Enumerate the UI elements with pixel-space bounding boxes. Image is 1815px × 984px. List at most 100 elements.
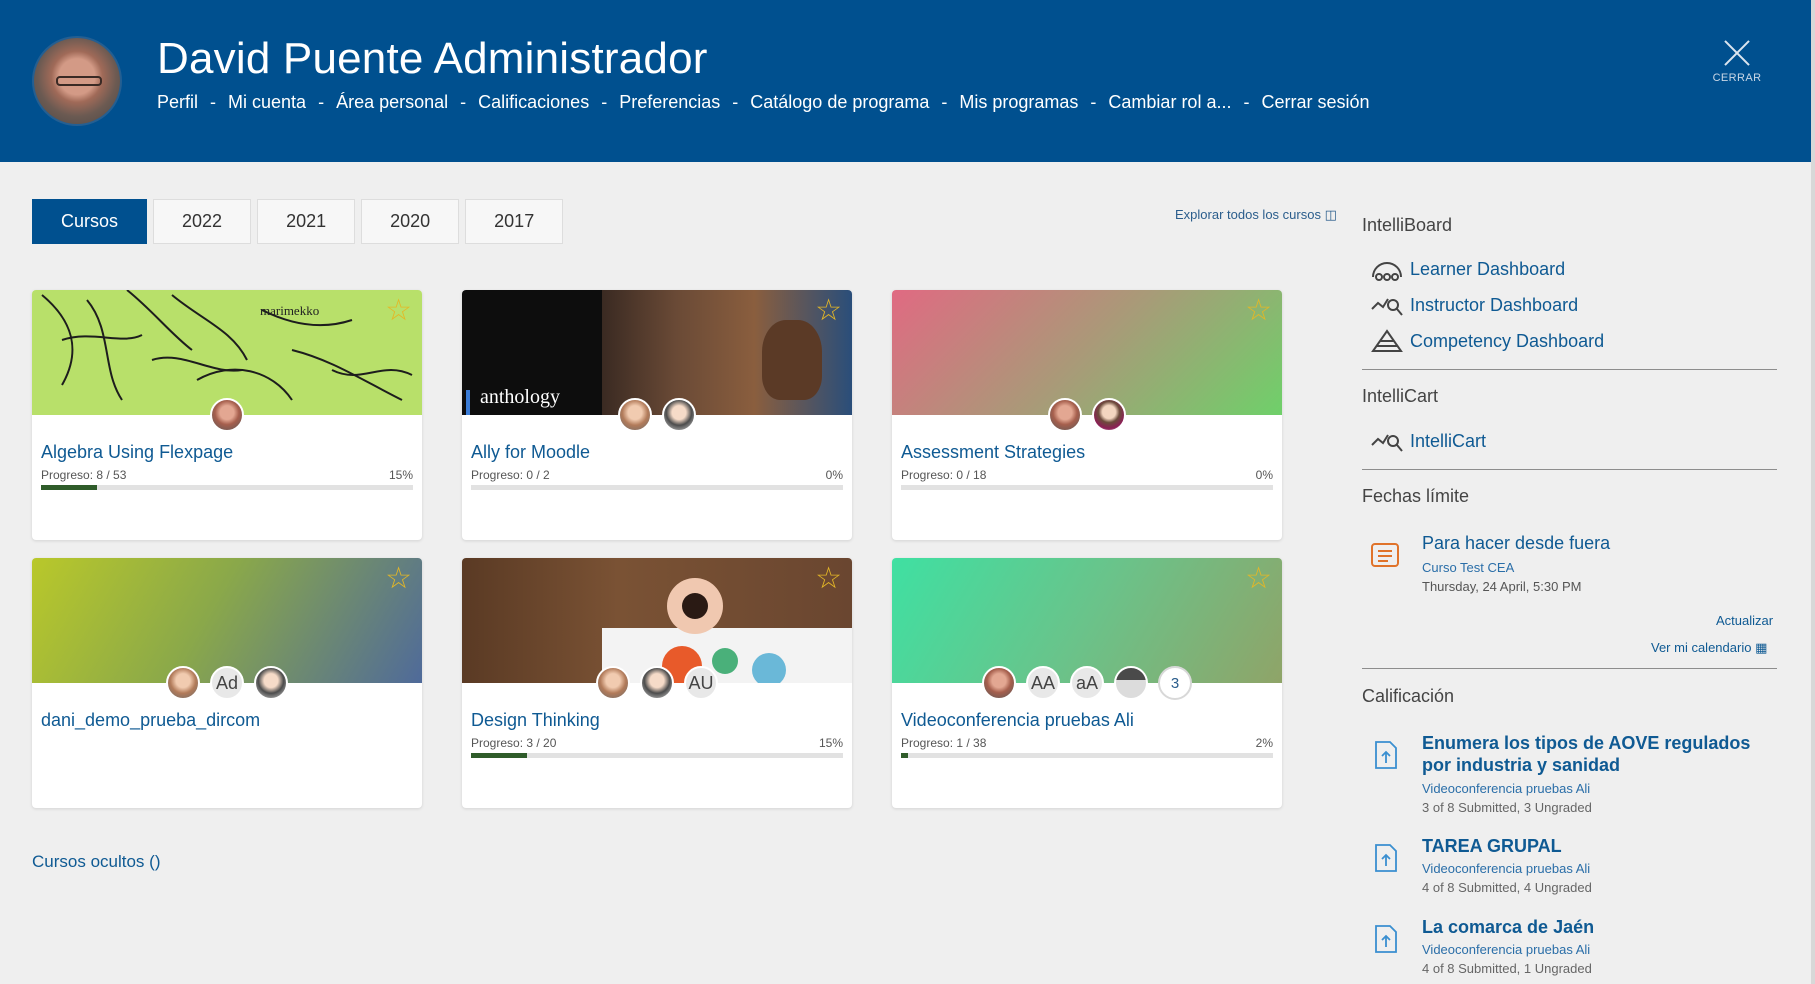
progress-percent: 0%	[825, 468, 843, 482]
course-card-assessment[interactable]: ☆ Assessment Strategies Progreso: 0 / 18…	[892, 290, 1282, 540]
teacher-avatar[interactable]: Ad	[210, 666, 244, 700]
course-banner	[462, 558, 852, 683]
menu-cambiar-rol[interactable]: Cambiar rol a...	[1108, 92, 1231, 113]
favorite-star-icon[interactable]: ☆	[385, 564, 412, 594]
close-icon	[1722, 38, 1752, 68]
tab-2017[interactable]: 2017	[465, 199, 564, 244]
grading-item-title[interactable]: TAREA GRUPAL	[1422, 835, 1782, 857]
menu-mis-programas[interactable]: Mis programas	[959, 92, 1078, 113]
hidden-courses-link[interactable]: Cursos ocultos ()	[32, 852, 160, 872]
file-upload-icon	[1375, 925, 1397, 953]
more-teachers-count[interactable]: 3	[1158, 666, 1192, 700]
learner-dashboard-link[interactable]: Learner Dashboard	[1370, 257, 1565, 281]
course-title[interactable]: Algebra Using Flexpage	[41, 442, 233, 463]
grading-item-title[interactable]: La comarca de Jaén	[1422, 916, 1782, 938]
progress-label: Progreso: 8 / 53	[41, 468, 127, 482]
teacher-avatar[interactable]	[254, 666, 288, 700]
course-card-ally[interactable]: anthology ☆ Ally for Moodle Progreso: 0 …	[462, 290, 852, 540]
tab-2022[interactable]: 2022	[153, 199, 252, 244]
teacher-avatar[interactable]: AU	[684, 666, 718, 700]
grading-item-stat: 4 of 8 Submitted, 1 Ungraded	[1422, 961, 1592, 976]
chart-search-icon	[1370, 429, 1404, 453]
progress-percent: 15%	[818, 736, 843, 750]
progress-bar	[471, 485, 843, 490]
user-avatar[interactable]	[32, 36, 122, 126]
course-title[interactable]: dani_demo_prueba_dircom	[41, 710, 260, 731]
grading-item-course[interactable]: Videoconferencia pruebas Ali	[1422, 781, 1590, 796]
deadline-course[interactable]: Curso Test CEA	[1422, 560, 1514, 575]
intelliboard-title: IntelliBoard	[1362, 215, 1453, 235]
view-calendar-link[interactable]: Ver mi calendario ▦	[1651, 640, 1767, 656]
course-title[interactable]: Ally for Moodle	[471, 442, 590, 463]
progress-percent: 0%	[1255, 468, 1273, 482]
menu-mi-cuenta[interactable]: Mi cuenta	[228, 92, 306, 113]
course-card-videoconferencia[interactable]: ☆ AA aA 3 Videoconferencia pruebas Ali Pro…	[892, 558, 1282, 808]
deadlines-title: Fechas límite	[1362, 486, 1470, 506]
course-tabs: Cursos 2022 2021 2020 2017	[32, 199, 564, 244]
competency-dashboard-link[interactable]: Competency Dashboard	[1370, 329, 1604, 353]
teacher-avatar[interactable]	[166, 666, 200, 700]
teacher-avatar[interactable]: AA	[1026, 666, 1060, 700]
progress-label: Progreso: 1 / 38	[901, 736, 987, 750]
user-menu: Perfil - Mi cuenta - Área personal - Califi…	[157, 92, 1370, 113]
teacher-avatar[interactable]	[640, 666, 674, 700]
scrollbar[interactable]	[1811, 0, 1815, 984]
deadline-date: Thursday, 24 April, 5:30 PM	[1422, 579, 1582, 594]
tab-2020[interactable]: 2020	[361, 199, 460, 244]
favorite-star-icon[interactable]: ☆	[815, 564, 842, 594]
menu-catalogo-programa[interactable]: Catálogo de programa	[750, 92, 929, 113]
teacher-avatar[interactable]	[1092, 398, 1126, 432]
grading-item-stat: 3 of 8 Submitted, 3 Ungraded	[1422, 800, 1592, 815]
chart-search-icon	[1370, 293, 1404, 317]
grading-title: Calificación	[1362, 686, 1455, 706]
menu-calificaciones[interactable]: Calificaciones	[478, 92, 589, 113]
teacher-avatar[interactable]	[1114, 666, 1148, 700]
course-title[interactable]: Design Thinking	[471, 710, 600, 731]
favorite-star-icon[interactable]: ☆	[1245, 296, 1272, 326]
course-card-dani-demo[interactable]: ☆ Ad dani_demo_prueba_dircom	[32, 558, 422, 808]
menu-cerrar-sesion[interactable]: Cerrar sesión	[1261, 92, 1369, 113]
teacher-avatar[interactable]	[1048, 398, 1082, 432]
teacher-avatar[interactable]: aA	[1070, 666, 1104, 700]
grading-item-title[interactable]: Enumera los tipos de AOVE regulados por …	[1422, 732, 1782, 776]
course-title[interactable]: Assessment Strategies	[901, 442, 1085, 463]
assignment-list-icon	[1371, 543, 1399, 567]
progress-bar	[41, 485, 413, 490]
favorite-star-icon[interactable]: ☆	[385, 296, 412, 326]
course-banner	[892, 290, 1282, 415]
svg-text:marimekko: marimekko	[260, 303, 319, 318]
progress-bar	[471, 753, 843, 758]
grading-item-course[interactable]: Videoconferencia pruebas Ali	[1422, 861, 1590, 876]
sitemap-icon: ◫	[1324, 207, 1337, 222]
course-title[interactable]: Videoconferencia pruebas Ali	[901, 710, 1134, 731]
progress-label: Progreso: 0 / 2	[471, 468, 550, 482]
teacher-avatar[interactable]	[596, 666, 630, 700]
course-banner: marimekko	[32, 290, 422, 415]
tab-cursos[interactable]: Cursos	[32, 199, 148, 244]
course-card-algebra[interactable]: marimekko ☆ Algebra Using Flexpage Progr…	[32, 290, 422, 540]
teacher-avatar[interactable]	[618, 398, 652, 432]
divider	[1362, 369, 1777, 370]
teacher-avatar[interactable]	[210, 398, 244, 432]
menu-preferencias[interactable]: Preferencias	[619, 92, 720, 113]
divider	[1362, 668, 1777, 669]
instructor-dashboard-link[interactable]: Instructor Dashboard	[1370, 293, 1578, 317]
progress-bar	[901, 753, 1273, 758]
progress-label: Progreso: 0 / 18	[901, 468, 987, 482]
course-banner: anthology	[462, 290, 852, 415]
teacher-avatar[interactable]	[662, 398, 696, 432]
menu-area-personal[interactable]: Área personal	[336, 92, 448, 113]
refresh-link[interactable]: Actualizar	[1716, 613, 1773, 628]
explore-all-courses-link[interactable]: Explorar todos los cursos ◫	[1175, 207, 1337, 223]
close-button[interactable]: CERRAR	[1706, 38, 1768, 84]
intellicart-link[interactable]: IntelliCart	[1370, 429, 1486, 453]
menu-perfil[interactable]: Perfil	[157, 92, 198, 113]
tab-2021[interactable]: 2021	[257, 199, 356, 244]
calendar-icon: ▦	[1755, 640, 1768, 655]
deadline-title[interactable]: Para hacer desde fuera	[1422, 533, 1610, 554]
course-card-design-thinking[interactable]: ☆ AU Design Thinking Progreso: 3 / 20 15…	[462, 558, 852, 808]
grading-item-course[interactable]: Videoconferencia pruebas Ali	[1422, 942, 1590, 957]
favorite-star-icon[interactable]: ☆	[1245, 564, 1272, 594]
teacher-avatar[interactable]	[982, 666, 1016, 700]
favorite-star-icon[interactable]: ☆	[815, 296, 842, 326]
